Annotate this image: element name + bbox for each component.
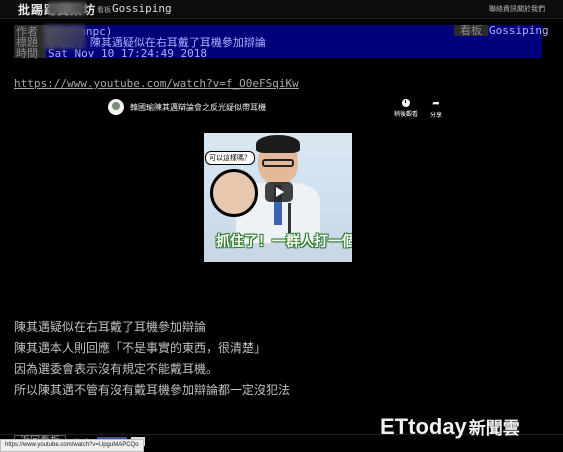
thumbnail-speech-bubble: 可以這樣嗎？	[205, 151, 255, 165]
thumbnail-microphone	[288, 203, 291, 233]
breadcrumb-board-tag: 看板	[97, 7, 111, 14]
ettoday-watermark: ETtoday 新聞雲	[380, 414, 520, 440]
body-line: 陳其邁本人則回應「不是事實的東西，很清楚」	[14, 341, 267, 355]
video-title[interactable]: 韓國瑜陳其邁辯論會之反光疑似帶耳機	[130, 102, 266, 113]
body-line: 所以陳其邁不管有沒有戴耳機參加辯論都一定沒犯法	[14, 383, 291, 397]
play-button[interactable]	[265, 182, 293, 202]
censored-author-region	[44, 25, 86, 49]
watermark-latin: ETtoday	[380, 414, 467, 439]
breadcrumb-board-link[interactable]: Gossiping	[112, 2, 172, 15]
thumbnail-glasses	[262, 159, 294, 167]
share-video-button[interactable]: ➦ 分享	[422, 98, 450, 119]
watermark-cjk: 新聞雲	[468, 419, 520, 438]
body-line: 陳其邁疑似在右耳戴了耳機參加辯論	[14, 320, 207, 334]
board-label: 看板	[454, 25, 488, 36]
status-bar-url: https://www.youtube.com/watch?v=UpguMAPC…	[0, 439, 144, 452]
share-video-label: 分享	[429, 113, 442, 119]
breadcrumb-separator: ›	[90, 3, 96, 13]
channel-avatar[interactable]	[108, 99, 124, 115]
thumbnail-ear-zoom	[210, 169, 258, 217]
clock-icon	[402, 99, 410, 107]
time-label: 時間	[16, 47, 38, 60]
youtube-link[interactable]: https://www.youtube.com/watch?v=f_O0eFSq…	[14, 77, 299, 90]
watch-later-button[interactable]: 稍後觀看	[392, 98, 420, 118]
article-time: Sat Nov 10 17:24:49 2018	[48, 47, 207, 60]
censored-brand-region	[48, 2, 86, 15]
thumbnail-caption: 抓住了！一群人打一個	[216, 233, 352, 249]
watch-later-label: 稍後觀看	[393, 112, 418, 118]
thumbnail-hair	[256, 135, 300, 153]
body-line: 因為選委會表示沒有規定不能戴耳機。	[14, 362, 219, 376]
share-arrow-icon: ➦	[432, 98, 440, 108]
board-name: Gossiping	[489, 24, 549, 37]
contact-link[interactable]: 聯絡資訊	[489, 4, 517, 14]
about-link[interactable]: 關於我們	[517, 4, 545, 14]
